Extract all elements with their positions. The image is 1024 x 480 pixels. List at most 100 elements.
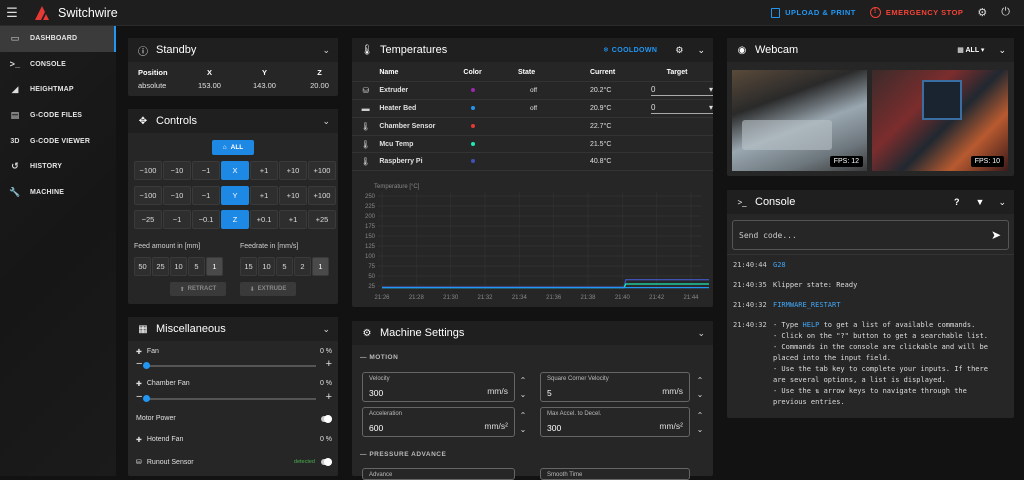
home-y-button[interactable]: Y xyxy=(221,186,249,205)
target-select[interactable]: 0 ▾ xyxy=(651,85,713,97)
chevron-up-icon[interactable]: ⌃ xyxy=(695,409,705,423)
jog-z-button[interactable]: −1 xyxy=(163,210,191,229)
chevron-down-icon[interactable]: ⌄ xyxy=(998,45,1006,56)
chevron-down-icon[interactable]: ⌄ xyxy=(518,423,528,437)
jog-z-button[interactable]: +25 xyxy=(308,210,336,229)
controls-header[interactable]: ✥ Controls ⌄ xyxy=(128,109,338,133)
help-command-link[interactable]: HELP xyxy=(803,321,820,329)
sensor-target[interactable]: 0 ▾ xyxy=(641,81,713,101)
sensor-name[interactable]: Mcu Temp xyxy=(379,135,464,154)
power-icon[interactable]: ⏻ xyxy=(1001,6,1010,19)
upload-print-button[interactable]: UPLOAD & PRINT xyxy=(771,7,856,18)
webcam-filter-dropdown[interactable]: ▦ ALL ▾ xyxy=(957,46,984,54)
acceleration-stepper[interactable]: ⌃ ⌄ xyxy=(518,409,528,437)
chevron-down-icon[interactable]: ⌄ xyxy=(322,324,330,335)
console-message[interactable]: G28 xyxy=(773,260,993,271)
menu-icon[interactable]: ☰ xyxy=(0,5,24,21)
jog-x-button[interactable]: −100 xyxy=(134,161,162,180)
sensor-name[interactable]: Chamber Sensor xyxy=(379,117,464,136)
feedrate-option[interactable]: 2 xyxy=(294,257,311,276)
machine-settings-header[interactable]: ⚙ Machine Settings ⌄ xyxy=(352,321,713,345)
target-select[interactable]: 0 ▾ xyxy=(651,103,713,114)
jog-z-button[interactable]: +0.1 xyxy=(250,210,278,229)
settings-icon[interactable]: ⚙ xyxy=(675,45,683,56)
smooth-time-field[interactable]: Smooth Time xyxy=(540,468,690,480)
jog-z-button[interactable]: +1 xyxy=(279,210,307,229)
feedrate-option[interactable]: 15 xyxy=(240,257,257,276)
sensor-color[interactable] xyxy=(463,81,518,101)
help-button[interactable]: ? xyxy=(954,197,960,207)
feed-amount-option[interactable]: 10 xyxy=(170,257,187,276)
emergency-stop-button[interactable]: ! EMERGENCY STOP xyxy=(869,7,964,18)
chevron-down-icon[interactable]: ⌄ xyxy=(998,197,1006,208)
plus-icon[interactable]: + xyxy=(326,391,332,403)
sensor-color[interactable] xyxy=(463,117,518,136)
jog-z-button[interactable]: −25 xyxy=(134,210,162,229)
feed-amount-option[interactable]: 25 xyxy=(152,257,169,276)
feed-amount-option[interactable]: 1 xyxy=(206,257,223,276)
console-message[interactable]: FIRMWARE_RESTART xyxy=(773,300,993,311)
velocity-stepper[interactable]: ⌃ ⌄ xyxy=(518,374,528,402)
chevron-up-icon[interactable]: ⌃ xyxy=(518,409,528,423)
standby-header[interactable]: ⓘ Standby ⌄ xyxy=(128,38,338,62)
square-corner-velocity-field[interactable]: Square Corner Velocity 5 mm/s xyxy=(540,372,690,402)
settings-icon[interactable]: ⚙ xyxy=(977,6,987,19)
sensor-color[interactable] xyxy=(463,99,518,118)
retract-button[interactable]: ⬆ RETRACT xyxy=(170,282,226,296)
sensor-color[interactable] xyxy=(463,152,518,172)
runout-sensor-toggle[interactable] xyxy=(321,458,332,466)
advance-field[interactable]: Advance xyxy=(362,468,515,480)
sidebar-item-console[interactable]: >_ CONSOLE xyxy=(0,52,116,78)
temperatures-header[interactable]: 🌡 Temperatures ❄ COOLDOWN ⚙ ⌄ xyxy=(352,38,713,62)
chamber-fan-slider-knob[interactable] xyxy=(143,395,150,402)
jog-y-button[interactable]: −1 xyxy=(192,186,220,205)
sidebar-item-dashboard[interactable]: ▭ DASHBOARD xyxy=(0,26,116,52)
filter-icon[interactable]: ▼ xyxy=(976,197,985,207)
feed-amount-option[interactable]: 5 xyxy=(188,257,205,276)
sensor-name[interactable]: Heater Bed xyxy=(379,99,464,118)
sidebar-item-gcode-files[interactable]: ▤ G-CODE FILES xyxy=(0,103,116,129)
fan-slider[interactable]: − + xyxy=(136,358,332,371)
webcam-header[interactable]: ◉ Webcam ▦ ALL ▾ ⌄ xyxy=(727,38,1014,62)
plus-icon[interactable]: + xyxy=(326,358,332,370)
chevron-down-icon[interactable]: ⌄ xyxy=(695,423,705,437)
jog-y-button[interactable]: −10 xyxy=(163,186,191,205)
sensor-color[interactable] xyxy=(463,135,518,154)
chevron-up-icon[interactable]: ⌃ xyxy=(695,374,705,388)
feedrate-option[interactable]: 10 xyxy=(258,257,275,276)
acceleration-field[interactable]: Acceleration 600 mm/s² xyxy=(362,407,515,437)
chevron-down-icon[interactable]: ⌄ xyxy=(697,45,705,56)
home-z-button[interactable]: Z xyxy=(221,210,249,229)
jog-z-button[interactable]: −0.1 xyxy=(192,210,220,229)
cooldown-button[interactable]: ❄ COOLDOWN xyxy=(603,46,657,54)
sensor-target[interactable]: 0 ▾ xyxy=(641,99,713,118)
chevron-down-icon[interactable]: ⌄ xyxy=(518,388,528,402)
jog-x-button[interactable]: +1 xyxy=(250,161,278,180)
jog-x-button[interactable]: +10 xyxy=(279,161,307,180)
square-corner-velocity-stepper[interactable]: ⌃ ⌄ xyxy=(695,374,705,402)
motor-power-toggle[interactable] xyxy=(321,414,332,423)
chevron-down-icon[interactable]: ⌄ xyxy=(322,116,330,127)
chevron-down-icon[interactable]: ⌄ xyxy=(695,388,705,402)
max-accel-to-decel-field[interactable]: Max Accel. to Decel. 300 mm/s² xyxy=(540,407,690,437)
sidebar-item-heightmap[interactable]: ◢ HEIGHTMAP xyxy=(0,77,116,103)
chevron-up-icon[interactable]: ⌃ xyxy=(518,374,528,388)
feedrate-option[interactable]: 5 xyxy=(276,257,293,276)
sidebar-item-history[interactable]: ↺ HISTORY xyxy=(0,154,116,180)
velocity-field[interactable]: Velocity 300 mm/s xyxy=(362,372,515,402)
fan-slider-knob[interactable] xyxy=(143,362,150,369)
minus-icon[interactable]: − xyxy=(136,391,142,403)
max-accel-to-decel-stepper[interactable]: ⌃ ⌄ xyxy=(695,409,705,437)
send-icon[interactable]: ➤ xyxy=(991,228,1001,242)
chevron-down-icon[interactable]: ⌄ xyxy=(697,328,705,339)
jog-y-button[interactable]: +1 xyxy=(250,186,278,205)
console-header[interactable]: >_ Console ? ▼ ⌄ xyxy=(727,190,1014,214)
extrude-button[interactable]: ⬇ EXTRUDE xyxy=(240,282,296,296)
minus-icon[interactable]: − xyxy=(136,358,142,370)
jog-y-button[interactable]: +10 xyxy=(279,186,307,205)
jog-x-button[interactable]: −1 xyxy=(192,161,220,180)
jog-x-button[interactable]: −10 xyxy=(163,161,191,180)
feedrate-option[interactable]: 1 xyxy=(312,257,329,276)
home-x-button[interactable]: X xyxy=(221,161,249,180)
feed-amount-option[interactable]: 50 xyxy=(134,257,151,276)
